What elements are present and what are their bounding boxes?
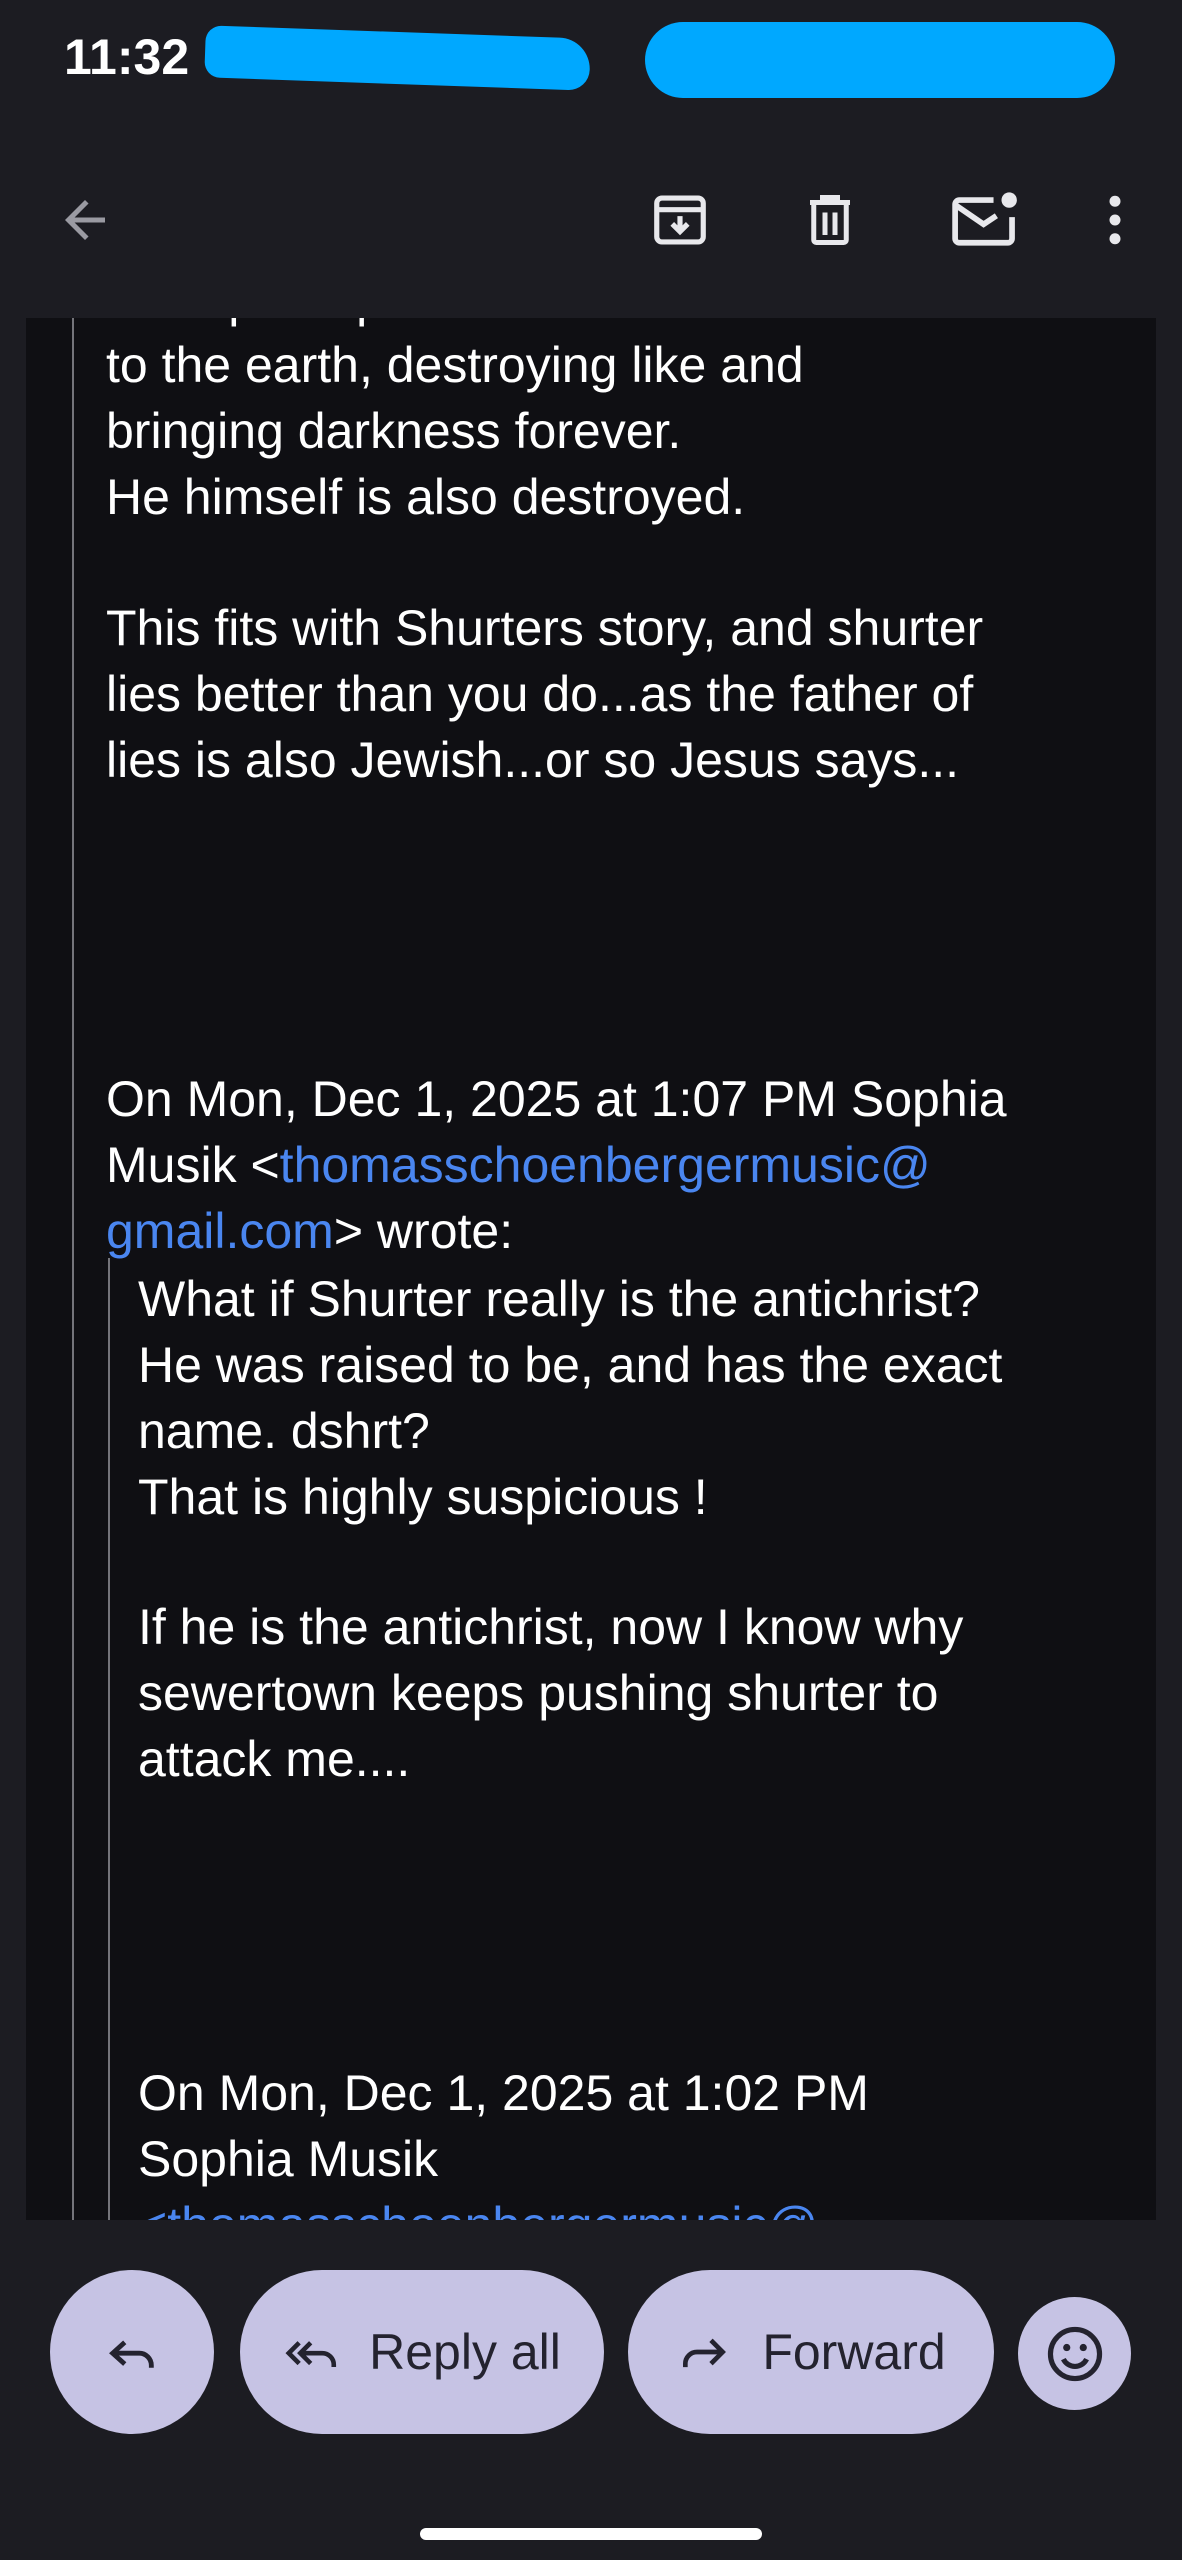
attribution-text: > wrote:	[333, 1203, 514, 1259]
forward-icon	[683, 2338, 727, 2368]
mark-unread-button[interactable]	[935, 170, 1035, 270]
quote-attribution: On Mon, Dec 1, 2025 at 1:07 PM Sophia Mu…	[106, 1066, 1156, 1264]
smiley-face-icon	[1047, 2326, 1102, 2381]
redaction-mark	[204, 25, 591, 91]
reply-all-button[interactable]: Reply all	[240, 2270, 604, 2434]
mark-unread-icon	[952, 192, 1017, 246]
quote-bar	[72, 318, 74, 2220]
back-arrow-icon	[65, 200, 105, 240]
home-indicator[interactable]	[420, 2528, 762, 2540]
back-button[interactable]	[40, 175, 130, 265]
quote-bar	[108, 1258, 110, 2220]
quoted-paragraph: If he is the antichrist, now I know why …	[138, 1599, 964, 1787]
forward-label: Forward	[762, 2324, 946, 2380]
message-paragraph: to the earth, destroying like and bringi…	[106, 337, 804, 525]
emoji-reaction-button[interactable]	[1018, 2297, 1131, 2410]
quoted-paragraph: What if Shurter really is the antichrist…	[138, 1271, 1003, 1525]
more-vert-icon	[1109, 195, 1121, 245]
quote-attribution: On Mon, Dec 1, 2025 at 1:02 PM Sophia Mu…	[138, 2065, 869, 2187]
reply-all-icon	[285, 2341, 337, 2367]
status-time: 11:32	[64, 29, 190, 85]
message-paragraph: This fits with Shurters story, and shurt…	[106, 600, 984, 788]
forward-button[interactable]: Forward	[628, 2270, 994, 2434]
delete-button[interactable]	[785, 175, 875, 265]
status-bar: 11:32	[0, 0, 1182, 120]
reply-all-label: Reply all	[369, 2324, 561, 2380]
partial-text-line: fireexperhaps because he drove the sun	[106, 318, 1146, 332]
reply-button[interactable]	[50, 2270, 214, 2434]
action-bar: Reply all Forward	[0, 2220, 1182, 2560]
app-bar	[0, 120, 1182, 320]
email-link[interactable]: thomasschoenbergermusic@	[280, 1137, 931, 1193]
email-link[interactable]: <thomasschoenbergermusic@	[138, 2192, 1156, 2220]
archive-icon	[654, 195, 706, 245]
email-link[interactable]: gmail.com	[106, 1203, 334, 1259]
more-options-button[interactable]	[1070, 175, 1160, 265]
trash-icon	[810, 195, 850, 245]
archive-button[interactable]	[635, 175, 725, 265]
reply-icon	[109, 2340, 154, 2368]
message-body[interactable]: fireexperhaps because he drove the sun t…	[26, 318, 1156, 2220]
redaction-mark	[645, 22, 1115, 98]
